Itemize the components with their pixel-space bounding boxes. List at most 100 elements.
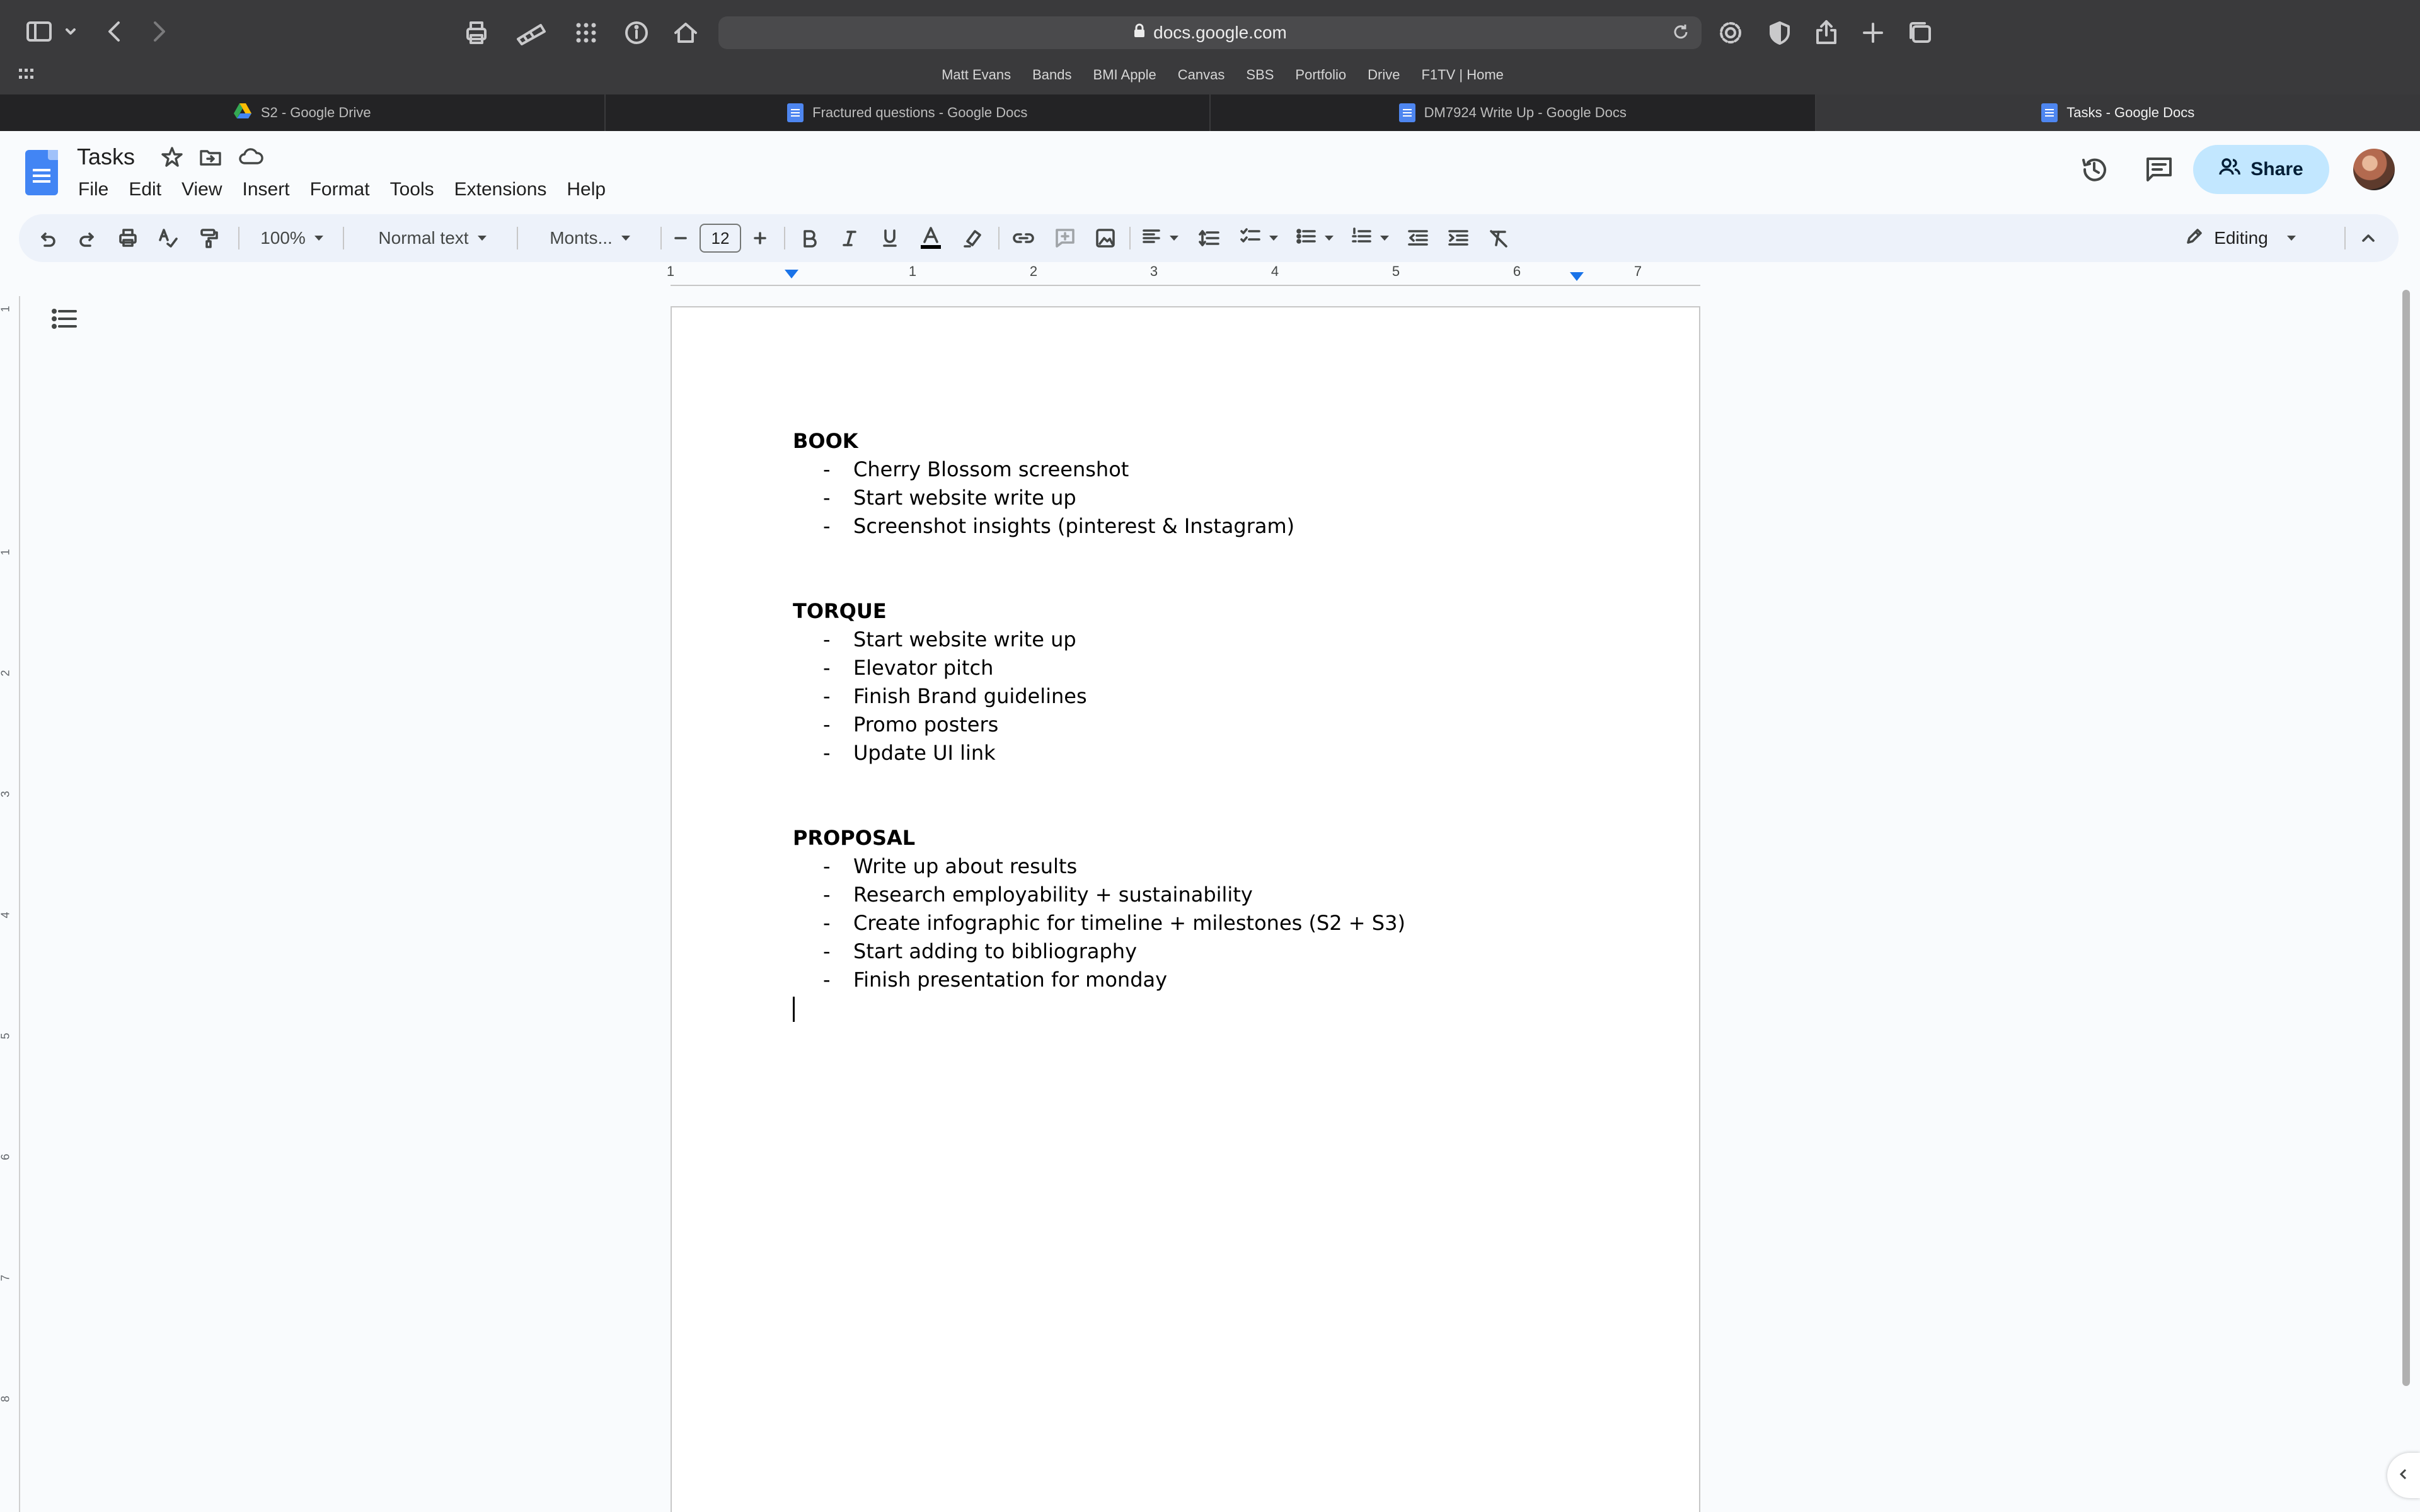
document-body[interactable]: BOOK - Cherry Blossom screenshot - Start w…	[793, 427, 1581, 1022]
bookmark-item[interactable]: Canvas	[1178, 63, 1225, 87]
cloud-saved-icon[interactable]	[238, 146, 263, 168]
italic-icon[interactable]	[832, 214, 867, 262]
print-icon[interactable]	[112, 214, 144, 262]
ruler-label: 7	[1634, 263, 1642, 279]
back-icon[interactable]	[102, 19, 127, 44]
numbered-list-icon	[1351, 227, 1371, 250]
version-history-icon[interactable]	[2078, 154, 2110, 185]
tab-label: S2 - Google Drive	[260, 105, 371, 120]
browser-tab-fractured-questions[interactable]: Fractured questions - Google Docs	[606, 94, 1211, 131]
bookmarks-bar: Matt Evans Bands BMI Apple Canvas SBS Po…	[0, 63, 2420, 87]
undo-icon[interactable]	[32, 214, 63, 262]
print-icon[interactable]	[463, 19, 490, 47]
line-spacing-icon[interactable]	[1191, 214, 1226, 262]
toolbar-divider	[238, 227, 239, 249]
menu-format[interactable]: Format	[310, 176, 380, 203]
numbered-list-select[interactable]	[1346, 214, 1394, 262]
star-icon[interactable]	[161, 146, 183, 168]
left-indent-marker[interactable]	[785, 270, 798, 278]
vertical-scrollbar[interactable]	[2402, 290, 2410, 1386]
text-color-icon[interactable]	[913, 214, 949, 262]
editing-mode-select[interactable]: Editing	[2149, 214, 2332, 262]
docs-icon	[787, 103, 804, 122]
bookmark-item[interactable]: SBS	[1246, 63, 1274, 87]
list-item: - Update UI link	[823, 741, 996, 765]
vertical-ruler: 1 1 2 3 4 5 6 7 8	[0, 296, 20, 1512]
list-item: - Promo posters	[823, 713, 999, 736]
apps-grid-icon[interactable]	[572, 19, 600, 47]
vruler-label: 3	[0, 791, 12, 798]
menu-view[interactable]: View	[182, 176, 232, 203]
checklist-select[interactable]	[1235, 214, 1283, 262]
vruler-label: 1	[0, 306, 12, 312]
bookmark-item[interactable]: Bands	[1032, 63, 1071, 87]
browser-tab-dm7924[interactable]: DM7924 Write Up - Google Docs	[1211, 94, 1816, 131]
share-button[interactable]: Share	[2193, 145, 2329, 194]
browser-tab-bar: S2 - Google Drive Fractured questions - …	[0, 94, 2420, 131]
document-title[interactable]: Tasks	[77, 144, 135, 170]
menu-insert[interactable]: Insert	[243, 176, 300, 203]
increase-indent-icon[interactable]	[1441, 214, 1476, 262]
share-sheet-icon[interactable]	[1812, 16, 1840, 47]
underline-icon[interactable]	[872, 214, 908, 262]
sidebar-toggle-icon[interactable]	[25, 18, 53, 45]
align-select[interactable]	[1137, 214, 1184, 262]
toolbar-divider	[660, 227, 662, 249]
right-indent-marker[interactable]	[1570, 272, 1584, 281]
toolbar-divider	[784, 227, 785, 249]
bookmark-item[interactable]: F1TV | Home	[1421, 63, 1503, 87]
highlight-icon[interactable]	[955, 214, 991, 262]
increase-font-size-icon[interactable]	[744, 214, 776, 262]
paint-format-icon[interactable]	[193, 214, 224, 262]
decrease-font-size-icon[interactable]	[664, 214, 697, 262]
bold-icon[interactable]	[792, 214, 827, 262]
chevron-down-icon[interactable]	[64, 25, 77, 38]
tab-label: Tasks - Google Docs	[2066, 105, 2195, 120]
google-docs-logo[interactable]	[25, 150, 58, 195]
font-size-input[interactable]: 12	[698, 214, 742, 262]
editing-mode-label: Editing	[2214, 228, 2268, 248]
redo-icon[interactable]	[72, 214, 103, 262]
clear-formatting-icon[interactable]	[1481, 214, 1516, 262]
browser-tab-drive[interactable]: S2 - Google Drive	[0, 94, 606, 131]
address-bar[interactable]: docs.google.com	[718, 16, 1702, 49]
shield-icon[interactable]	[1766, 19, 1794, 47]
menu-help[interactable]: Help	[567, 176, 616, 203]
link-icon[interactable]	[1006, 214, 1041, 262]
bookmark-item[interactable]: Portfolio	[1295, 63, 1346, 87]
add-comment-icon[interactable]	[1047, 214, 1083, 262]
forward-icon[interactable]	[146, 19, 171, 44]
bulleted-list-select[interactable]	[1291, 214, 1339, 262]
horizontal-ruler[interactable]: 1 1 2 3 4 5 6 7	[667, 263, 1700, 286]
settings-icon[interactable]	[1717, 19, 1744, 47]
menu-file[interactable]: File	[78, 176, 118, 203]
avatar[interactable]	[2353, 149, 2395, 190]
collapse-menus-icon[interactable]	[2351, 214, 2386, 262]
zoom-select[interactable]: 100%	[251, 214, 333, 262]
document-page[interactable]: BOOK - Cherry Blossom screenshot - Start w…	[671, 306, 1700, 1512]
decrease-indent-icon[interactable]	[1400, 214, 1436, 262]
vruler-label: 1	[0, 549, 12, 556]
comments-icon[interactable]	[2144, 155, 2174, 184]
menu-tools[interactable]: Tools	[390, 176, 444, 203]
font-family-select[interactable]: Monts...	[528, 214, 652, 262]
spellcheck-icon[interactable]	[153, 214, 184, 262]
tab-label: DM7924 Write Up - Google Docs	[1424, 105, 1627, 120]
new-tab-icon[interactable]	[1859, 19, 1887, 47]
move-folder-icon[interactable]	[199, 146, 222, 168]
info-icon[interactable]	[623, 19, 650, 47]
tab-overview-icon[interactable]	[1906, 19, 1933, 47]
menu-extensions[interactable]: Extensions	[454, 176, 557, 203]
bookmark-item[interactable]: Drive	[1368, 63, 1400, 87]
bookmark-item[interactable]: BMI Apple	[1093, 63, 1156, 87]
bookmark-item[interactable]: Matt Evans	[942, 63, 1011, 87]
paragraph-style-select[interactable]: Normal text	[357, 214, 508, 262]
ruler-icon[interactable]	[516, 20, 547, 45]
document-outline-icon[interactable]	[50, 306, 78, 331]
side-panel-toggle[interactable]	[2387, 1453, 2420, 1498]
menu-edit[interactable]: Edit	[129, 176, 171, 203]
browser-tab-tasks[interactable]: Tasks - Google Docs	[1816, 94, 2420, 131]
home-icon[interactable]	[672, 19, 700, 47]
reload-icon[interactable]	[1671, 23, 1690, 46]
insert-image-icon[interactable]	[1088, 214, 1123, 262]
